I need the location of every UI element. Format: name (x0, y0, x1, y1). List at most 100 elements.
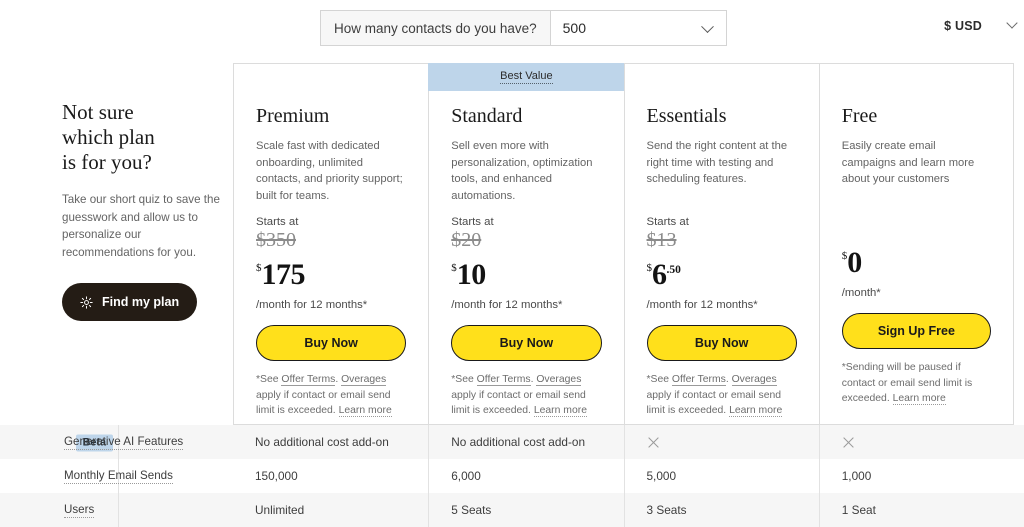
plan-description: Sell even more with personalization, opt… (451, 140, 593, 202)
feature-label[interactable]: Users (64, 503, 95, 518)
currency-selector[interactable]: $ USD (944, 17, 1018, 33)
value-cell-premium: 150,000 (255, 469, 298, 483)
value-cell-essentials: 5,000 (623, 459, 819, 493)
fine-mid1: . (725, 374, 732, 385)
best-value-label[interactable]: Best Value (500, 70, 553, 84)
original-price: $350 (256, 229, 296, 251)
original-price: $13 (646, 229, 677, 251)
plan-description: Send the right content at the right time… (646, 140, 788, 185)
promo-body-text: Take our short quiz to save the guesswor… (62, 193, 220, 259)
promo-heading-line1: Not sure (62, 100, 134, 124)
plan-description: Easily create email campaigns and learn … (841, 140, 975, 185)
plan-card-essentials: Essentials Send the right content at the… (623, 63, 819, 425)
table-row: Users Unlimited 5 Seats 3 Seats 1 Seat (0, 493, 1024, 527)
starts-at-label: Starts at (451, 216, 494, 228)
x-icon (843, 436, 854, 448)
fine-prefix: *See (451, 374, 477, 385)
overages-link[interactable]: Overages (341, 374, 387, 386)
starts-at-label: Starts at (256, 216, 299, 228)
find-my-plan-button[interactable]: Find my plan (62, 283, 198, 321)
row-values: No additional cost add-on No additional … (233, 425, 1014, 459)
promo-heading-line3: is for you? (62, 150, 152, 174)
row-values: 150,000 6,000 5,000 1,000 (233, 459, 1014, 493)
promo-heading: Not sure which plan is for you? (62, 100, 222, 175)
value-cell-free (818, 425, 1014, 459)
contacts-selector: How many contacts do you have? 500 (320, 10, 727, 46)
plan-card-premium: Premium Scale fast with dedicated onboar… (233, 63, 429, 425)
buy-now-button[interactable]: Buy Now (646, 325, 797, 361)
fine-prefix: *See (256, 374, 282, 385)
contacts-question-label: How many contacts do you have? (334, 20, 537, 36)
price-period-note: /month for 12 months* (256, 299, 368, 311)
value-cell-free: 1,000 (818, 459, 1014, 493)
feature-comparison-table: Beta Generative AI Features No additiona… (0, 425, 1024, 527)
plan-name: Free (841, 105, 878, 127)
x-icon (647, 436, 659, 448)
buy-now-button[interactable]: Buy Now (256, 325, 407, 361)
price-amount: 0 (847, 246, 862, 279)
table-row: Beta Generative AI Features No additiona… (0, 425, 1024, 459)
plan-name: Premium (256, 105, 330, 127)
plan-cards: Premium Scale fast with dedicated onboar… (233, 63, 1014, 425)
value-cell-standard: No additional cost add-on (428, 425, 623, 459)
plan-fine-print: *Sending will be paused if contact or em… (842, 360, 991, 407)
plan-description: Scale fast with dedicated onboarding, un… (256, 140, 403, 202)
chevron-down-icon (700, 20, 714, 34)
price-period-note: /month for 12 months* (451, 299, 563, 311)
current-price: $175 (256, 253, 406, 295)
original-price: $20 (451, 229, 482, 251)
row-values: Unlimited 5 Seats 3 Seats 1 Seat (233, 493, 1014, 527)
price-amount: 6 (652, 258, 667, 291)
currency-label: $ USD (944, 19, 982, 33)
value-cell-free: 1 Seat (818, 493, 1014, 527)
row-feature-cell: Generative AI Features (64, 425, 233, 459)
learn-more-link[interactable]: Learn more (338, 405, 392, 417)
offer-terms-link[interactable]: Offer Terms (476, 374, 531, 386)
plan-card-standard: Best Value Standard Sell even more with … (428, 63, 625, 425)
offer-terms-link[interactable]: Offer Terms (281, 374, 336, 386)
chevron-down-icon (1006, 17, 1018, 29)
fine-prefix: *See (646, 374, 672, 385)
current-price: $6.50 (647, 253, 797, 295)
overages-link[interactable]: Overages (536, 374, 582, 386)
plan-fine-print: *See Offer Terms. Overages apply if cont… (647, 372, 797, 419)
plan-fine-print: *See Offer Terms. Overages apply if cont… (451, 372, 601, 419)
current-price: $0 (842, 241, 991, 283)
current-price: $10 (451, 253, 601, 295)
value-cell-essentials: 3 Seats (623, 493, 819, 527)
sign-up-free-button[interactable]: Sign Up Free (841, 313, 991, 349)
overages-link[interactable]: Overages (731, 374, 777, 386)
learn-more-link[interactable]: Learn more (892, 393, 946, 405)
feature-label[interactable]: Generative AI Features (64, 435, 184, 450)
plan-name: Standard (451, 105, 523, 127)
learn-more-link[interactable]: Learn more (729, 405, 783, 417)
price-cents: .50 (666, 264, 681, 276)
price-spacer (842, 216, 991, 241)
row-feature-cell: Monthly Email Sends (64, 459, 233, 493)
price-amount: 10 (456, 258, 487, 291)
price-period-note: /month* (841, 287, 881, 299)
row-feature-cell: Users (64, 493, 233, 527)
pricing-page: How many contacts do you have? 500 $ USD… (0, 0, 1024, 527)
value-cell-standard: 6,000 (428, 459, 623, 493)
learn-more-link[interactable]: Learn more (533, 405, 587, 417)
plan-fine-print: *See Offer Terms. Overages apply if cont… (256, 372, 406, 419)
quiz-promo-panel: Not sure which plan is for you? Take our… (62, 100, 222, 321)
contacts-dropdown-value: 500 (562, 20, 586, 36)
offer-terms-link[interactable]: Offer Terms (671, 374, 726, 386)
buy-now-button[interactable]: Buy Now (451, 325, 602, 361)
contacts-dropdown[interactable]: 500 (549, 11, 726, 45)
plan-card-free: Free Easily create email campaigns and l… (818, 63, 1014, 425)
feature-label[interactable]: Monthly Email Sends (64, 469, 173, 484)
best-value-banner: Best Value (428, 63, 625, 91)
starts-at-label: Starts at (646, 216, 689, 228)
value-cell-essentials (623, 425, 819, 459)
page-header: How many contacts do you have? 500 $ USD (0, 0, 1024, 56)
value-cell-standard: 5 Seats (428, 493, 623, 527)
price-period-note: /month for 12 months* (646, 299, 758, 311)
value-cell-premium: Unlimited (255, 503, 305, 517)
sparkle-icon (80, 295, 93, 309)
value-cell-premium: No additional cost add-on (255, 435, 389, 449)
find-my-plan-label: Find my plan (102, 295, 180, 309)
price-amount: 175 (261, 258, 306, 291)
